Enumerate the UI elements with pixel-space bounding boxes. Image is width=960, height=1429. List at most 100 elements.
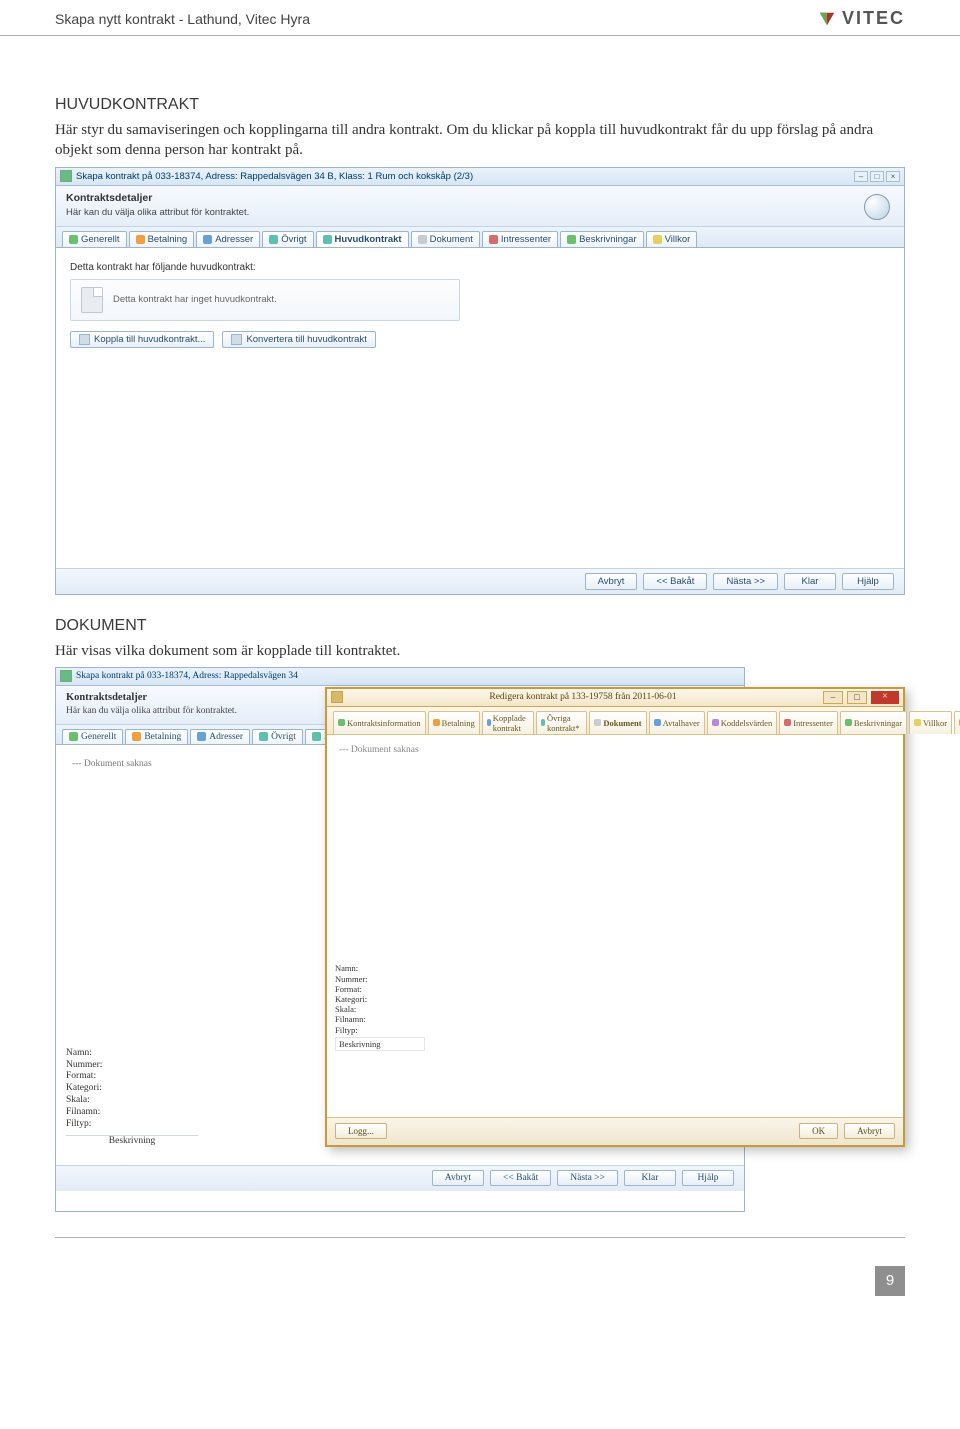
tab-huvudkontrakt[interactable]: Huvudkontrakt: [316, 231, 409, 247]
win1-footer: Avbryt << Bakåt Nästa >> Klar Hjälp: [56, 568, 904, 594]
section2-text: Här visas vilka dokument som är kopplade…: [55, 641, 905, 661]
tab-icon: [784, 719, 791, 726]
nasta-button[interactable]: Nästa >>: [557, 1170, 618, 1186]
field-skala: Skala:: [335, 1004, 425, 1014]
bakat-button[interactable]: << Bakåt: [643, 573, 707, 590]
hk-label: Detta kontrakt har följande huvudkontrak…: [70, 262, 890, 273]
field-nummer: Nummer:: [335, 974, 425, 984]
tab-intressenter[interactable]: Intressenter: [482, 231, 558, 247]
maximize-button[interactable]: □: [847, 691, 867, 704]
tab-kontraktsinfo[interactable]: Kontraktsinformation: [333, 711, 426, 734]
tab-adresser[interactable]: Adresser: [196, 231, 260, 247]
tab-betalning[interactable]: Betalning: [428, 711, 480, 734]
tab-koddel[interactable]: Koddelsvärden: [707, 711, 777, 734]
tab-label: Villkor: [923, 718, 947, 728]
tab-label: Dokument: [603, 718, 641, 728]
koppla-button[interactable]: Koppla till huvudkontrakt...: [70, 331, 214, 348]
konvertera-button[interactable]: Konvertera till huvudkontrakt: [222, 331, 375, 348]
app-icon: [60, 670, 72, 682]
tab-betalning[interactable]: Betalning: [129, 231, 195, 247]
tab-label: Huvudkontrakt: [335, 234, 402, 245]
win2a-desc: Beskrivning: [66, 1135, 198, 1153]
tab-label: Kopplade kontrakt: [493, 713, 529, 733]
tab-icon: [433, 719, 440, 726]
tab-label: Betalning: [144, 732, 181, 742]
hk-buttons: Koppla till huvudkontrakt... Konvertera …: [70, 331, 890, 348]
ok-button[interactable]: OK: [799, 1123, 838, 1139]
tab-ovriga[interactable]: Övriga kontrakt*: [536, 711, 588, 734]
win1: Skapa kontrakt på 033-18374, Adress: Rap…: [55, 167, 905, 595]
tab-villkor[interactable]: Villkor: [909, 711, 952, 734]
tab-icon: [136, 235, 145, 244]
tab-icon: [653, 235, 662, 244]
btn-label: Konvertera till huvudkontrakt: [246, 334, 366, 345]
field-format: Format:: [66, 1071, 198, 1083]
minimize-button[interactable]: –: [854, 171, 868, 182]
win2a-title: Skapa kontrakt på 033-18374, Adress: Rap…: [76, 671, 740, 681]
tab-label: Avtalhaver: [663, 718, 700, 728]
tab-generellt[interactable]: Generellt: [62, 729, 123, 744]
win2b-desc: Beskrivning: [335, 1037, 425, 1051]
avbryt-button[interactable]: Avbryt: [432, 1170, 484, 1186]
minimize-button[interactable]: –: [823, 691, 843, 704]
tab-label: Beskrivningar: [579, 234, 637, 245]
close-button[interactable]: ×: [871, 691, 899, 704]
app-icon: [331, 691, 343, 703]
tab-ovrigt[interactable]: Övrigt: [252, 729, 303, 744]
page-footer-line: [55, 1237, 905, 1238]
tab-label: Övrigt: [271, 732, 296, 742]
hjalp-button[interactable]: Hjälp: [682, 1170, 734, 1186]
maximize-button[interactable]: □: [870, 171, 884, 182]
tab-label: Generellt: [81, 234, 120, 245]
link-icon: [79, 334, 90, 345]
tab-kopplade[interactable]: Kopplade kontrakt: [482, 711, 534, 734]
tab-betalning[interactable]: Betalning: [125, 729, 188, 744]
tab-villkor[interactable]: Villkor: [646, 231, 698, 247]
tab-avtalhaver[interactable]: Avtalhaver: [649, 711, 705, 734]
tab-beskrivningar[interactable]: Beskrivningar: [840, 711, 907, 734]
tab-icon: [259, 732, 268, 741]
page-header-title: Skapa nytt kontrakt - Lathund, Vitec Hyr…: [55, 11, 310, 27]
document-icon: [81, 287, 103, 313]
klar-button[interactable]: Klar: [784, 573, 836, 590]
win2b-titlebar: Redigera kontrakt på 133-19758 från 2011…: [327, 689, 903, 707]
tab-label: Villkor: [665, 234, 691, 245]
tab-icon: [312, 732, 321, 741]
tab-mediadeb[interactable]: Mediadebitering: [954, 711, 960, 734]
tab-label: Generellt: [81, 732, 116, 742]
avbryt-button[interactable]: Avbryt: [844, 1123, 895, 1139]
win2b-title: Redigera kontrakt på 133-19758 från 2011…: [347, 692, 819, 702]
tab-label: Beskrivningar: [854, 718, 902, 728]
bakat-button[interactable]: << Bakåt: [490, 1170, 551, 1186]
hjalp-button[interactable]: Hjälp: [842, 573, 894, 590]
tab-icon: [594, 719, 601, 726]
close-button[interactable]: ×: [886, 171, 900, 182]
tab-icon: [338, 719, 345, 726]
field-kategori: Kategori:: [335, 994, 425, 1004]
field-namn: Namn:: [66, 1048, 198, 1060]
tab-dokument[interactable]: Dokument: [589, 711, 646, 734]
tab-adresser[interactable]: Adresser: [190, 729, 250, 744]
tab-icon: [203, 235, 212, 244]
tab-ovrigt[interactable]: Övrigt: [262, 231, 313, 247]
avbryt-button[interactable]: Avbryt: [585, 573, 638, 590]
nasta-button[interactable]: Nästa >>: [713, 573, 778, 590]
win2b: Redigera kontrakt på 133-19758 från 2011…: [325, 687, 905, 1147]
tab-dokument[interactable]: Dokument: [411, 231, 480, 247]
tab-icon: [418, 235, 427, 244]
win2a-titlebar: Skapa kontrakt på 033-18374, Adress: Rap…: [56, 668, 744, 686]
logg-button[interactable]: Logg...: [335, 1123, 387, 1139]
win1-panel-title: Kontraktsdetaljer: [66, 192, 894, 204]
win2b-body: --- Dokument saknas Namn: Nummer: Format…: [327, 735, 903, 1095]
klar-button[interactable]: Klar: [624, 1170, 676, 1186]
tab-beskrivningar[interactable]: Beskrivningar: [560, 231, 644, 247]
tab-intressenter[interactable]: Intressenter: [779, 711, 838, 734]
field-skala: Skala:: [66, 1095, 198, 1107]
tab-label: Övrigt: [281, 234, 306, 245]
tab-label: Koddelsvärden: [721, 718, 772, 728]
tab-label: Dokument: [430, 234, 473, 245]
tab-label: Adresser: [209, 732, 243, 742]
hk-box-text: Detta kontrakt har inget huvudkontrakt.: [113, 294, 277, 305]
tab-generellt[interactable]: Generellt: [62, 231, 127, 247]
tab-label: Kontraktsinformation: [347, 718, 421, 728]
